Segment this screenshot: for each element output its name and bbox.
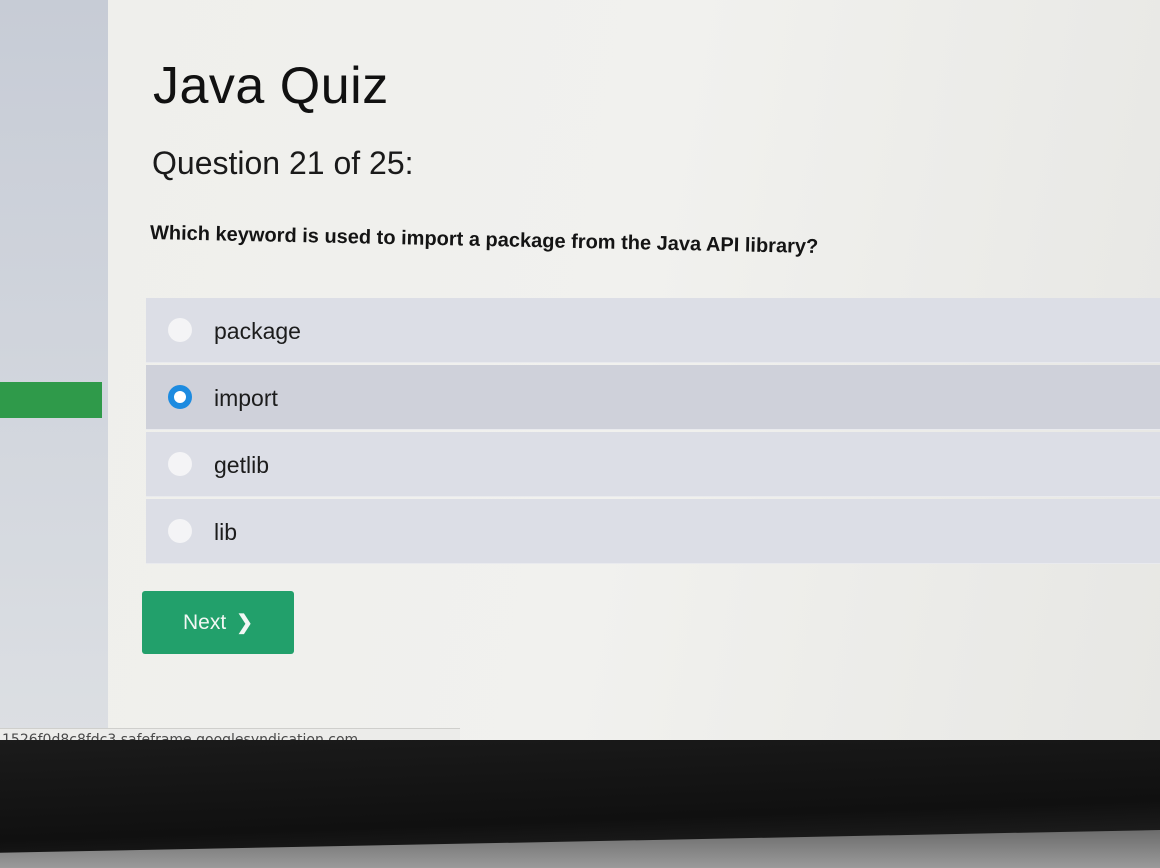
chevron-right-icon: ❯ <box>236 612 253 634</box>
answer-option-package[interactable]: package <box>146 298 1160 363</box>
radio-button-selected[interactable] <box>168 385 192 409</box>
radio-button[interactable] <box>168 452 192 476</box>
radio-button[interactable] <box>168 318 192 342</box>
page-title: Java Quiz <box>153 57 389 115</box>
answer-option-getlib[interactable]: getlib <box>146 432 1160 497</box>
quiz-content: Java Quiz Question 21 of 25: Which keywo… <box>108 0 1160 740</box>
answer-option-lib[interactable]: lib <box>146 499 1160 564</box>
answer-option-label: package <box>214 318 301 344</box>
answer-option-label: import <box>214 385 278 411</box>
left-sidebar <box>0 0 108 740</box>
next-button[interactable]: Next ❯ <box>142 591 294 654</box>
question-counter: Question 21 of 25: <box>152 145 414 181</box>
radio-button[interactable] <box>168 519 192 543</box>
answer-option-import[interactable]: import <box>146 365 1160 430</box>
answer-option-label: getlib <box>214 452 269 478</box>
sidebar-active-marker <box>0 382 102 418</box>
answer-option-label: lib <box>214 519 238 545</box>
next-button-label: Next <box>183 610 227 634</box>
answer-options: package import getlib lib <box>146 298 1160 566</box>
question-text: Which keyword is used to import a packag… <box>149 222 819 258</box>
screen: Java Quiz Question 21 of 25: Which keywo… <box>0 0 1160 868</box>
